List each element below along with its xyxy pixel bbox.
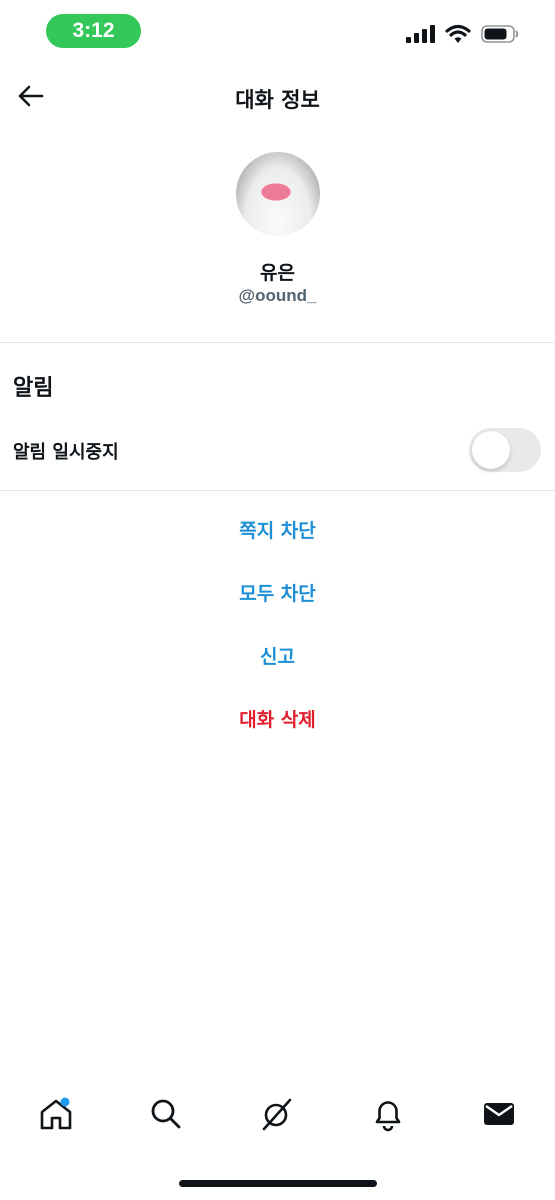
toggle-knob — [472, 431, 510, 469]
avatar[interactable] — [236, 152, 320, 236]
divider — [0, 342, 555, 343]
profile-handle[interactable]: @oound_ — [0, 286, 555, 306]
header: 대화 정보 — [0, 64, 555, 132]
home-indicator — [179, 1180, 377, 1187]
block-all-button[interactable]: 모두 차단 — [0, 579, 555, 606]
signal-icon — [405, 24, 435, 48]
report-button[interactable]: 신고 — [0, 642, 555, 669]
pause-notifications-toggle[interactable] — [469, 428, 541, 472]
battery-icon — [481, 24, 519, 48]
profile-name[interactable]: 유은 — [0, 258, 555, 285]
divider — [0, 490, 555, 491]
mail-icon — [482, 1099, 516, 1133]
tab-search[interactable] — [138, 1086, 194, 1146]
status-icons — [405, 24, 519, 48]
grok-icon — [259, 1096, 295, 1136]
wifi-icon — [445, 24, 471, 48]
page-title: 대화 정보 — [235, 88, 320, 112]
tab-grok[interactable] — [249, 1086, 305, 1146]
notifications-section-title: 알림 — [13, 376, 54, 401]
block-dm-button[interactable]: 쪽지 차단 — [0, 516, 555, 543]
status-time: 3:12 — [46, 14, 141, 48]
tab-notifications[interactable] — [360, 1086, 416, 1146]
home-icon — [38, 1096, 74, 1136]
status-bar: 3:12 — [0, 0, 555, 64]
delete-conversation-button[interactable]: 대화 삭제 — [0, 705, 555, 732]
pause-notifications-label: 알림 일시중지 — [13, 442, 119, 463]
tab-messages[interactable] — [471, 1086, 527, 1146]
tab-bar — [0, 1086, 555, 1146]
tab-home[interactable] — [28, 1086, 84, 1146]
search-icon — [149, 1097, 183, 1135]
bell-icon — [372, 1096, 404, 1136]
